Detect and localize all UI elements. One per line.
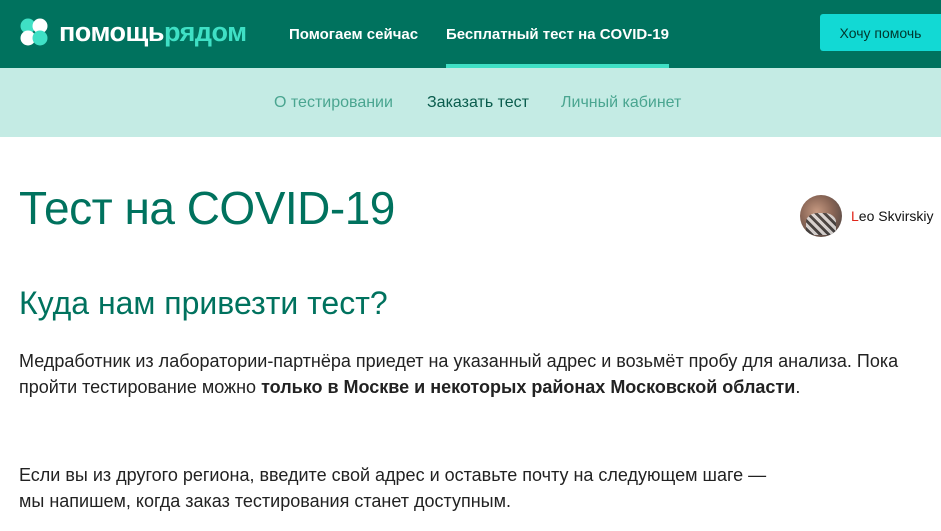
nav-free-covid-test[interactable]: Бесплатный тест на COVID-19: [446, 0, 669, 68]
logo-link[interactable]: помощьрядом: [19, 17, 247, 47]
nav-helping-now[interactable]: Помогаем сейчас: [289, 0, 418, 68]
logo-text-part2: рядом: [163, 17, 247, 47]
avatar[interactable]: [800, 195, 842, 237]
subnav-order-test[interactable]: Заказать тест: [427, 68, 529, 137]
region-paragraph: Если вы из другого региона, введите свой…: [19, 462, 934, 514]
logo-text-part1: помощь: [59, 17, 164, 47]
logo-text: помощьрядом: [59, 17, 247, 47]
section-title: Куда нам привезти тест?: [19, 285, 388, 321]
user-profile[interactable]: Leo Skvirskiy: [800, 195, 933, 237]
top-header: помощьрядом Помогаем сейчас Бесплатный т…: [0, 0, 941, 68]
info-text-end: .: [795, 377, 801, 397]
subnav-personal-account[interactable]: Личный кабинет: [561, 68, 681, 137]
region-text-line2: мы напишем, когда заказ тестирования ста…: [19, 491, 511, 511]
want-to-help-button[interactable]: Хочу помочь: [820, 14, 941, 51]
page-title: Тест на COVID-19: [19, 182, 395, 234]
logo-icon: [19, 17, 49, 47]
region-text-line1: Если вы из другого региона, введите свой…: [19, 465, 767, 485]
info-paragraph: Медработник из лаборатории-партнёра прие…: [19, 348, 934, 400]
user-name-rest: eo Skvirskiy: [858, 208, 934, 224]
info-text-bold: только в Москве и некоторых районах Моск…: [261, 377, 796, 397]
user-name-initial: L: [851, 208, 859, 224]
subnav-about-testing[interactable]: О тестировании: [274, 68, 393, 137]
sub-navigation: О тестировании Заказать тест Личный каби…: [0, 68, 941, 137]
user-name[interactable]: Leo Skvirskiy: [851, 208, 933, 224]
